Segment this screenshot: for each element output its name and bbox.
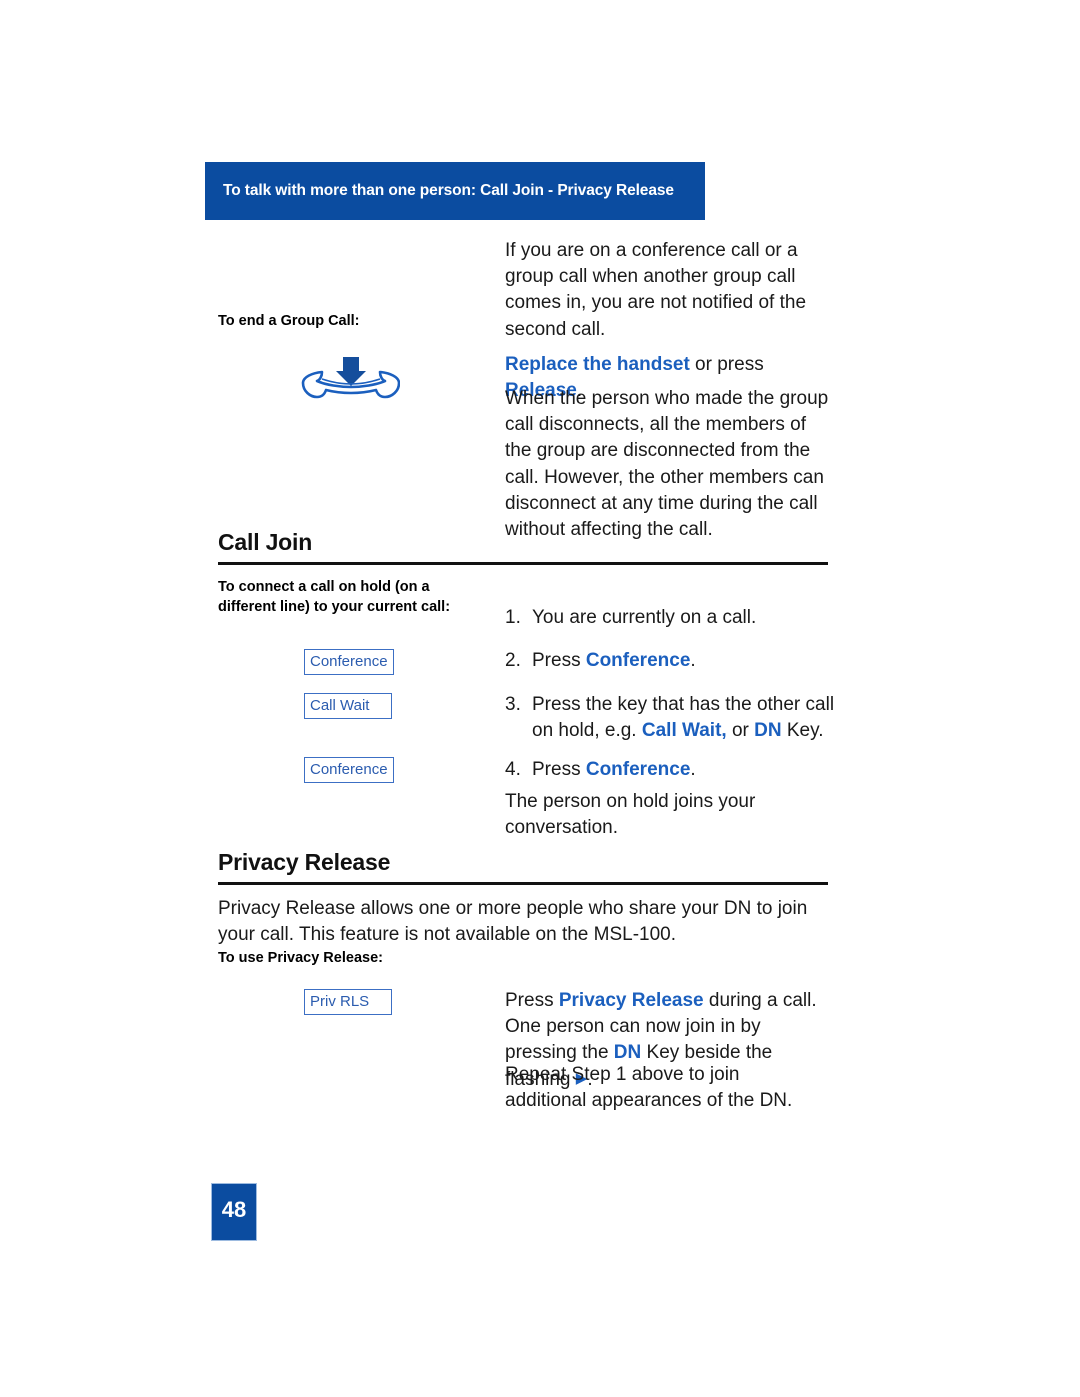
- step-3-key-dn: DN: [754, 720, 782, 742]
- intro-paragraph: If you are on a conference call or a gro…: [505, 240, 807, 340]
- step-4: 4. Press Conference.: [505, 757, 840, 783]
- pr-key-privacy-release: Privacy Release: [558, 990, 704, 1011]
- step-4-tail: .: [690, 759, 696, 780]
- pr-instruction-lead: Press: [505, 990, 559, 1011]
- key-call-wait[interactable]: Call Wait: [304, 693, 392, 719]
- group-call-disconnect-paragraph: When the person who made the group call …: [505, 388, 829, 541]
- step-4-number: 4.: [505, 759, 521, 780]
- replace-handset-emphasis: Replace the handset: [505, 354, 690, 375]
- section-call-join: Call Join: [218, 529, 828, 565]
- side-label-call-join: To connect a call on hold (on a differen…: [218, 578, 468, 617]
- step-4-text: Press Conference.: [532, 757, 840, 783]
- page-number-block: 48: [211, 1183, 257, 1241]
- step-4-key: Conference: [585, 759, 691, 780]
- pr-key-dn: DN: [613, 1042, 642, 1064]
- step-1-number: 1.: [505, 607, 521, 628]
- side-label-call-join-line2: different line) to your current call:: [218, 598, 451, 615]
- step-3-key-call-wait: Call Wait,: [641, 720, 727, 742]
- key-conference-2[interactable]: Conference: [304, 757, 394, 783]
- page-header-title: To talk with more than one person: Call …: [223, 182, 674, 199]
- step-2-lead: Press: [532, 650, 586, 671]
- section-privacy-release: Privacy Release: [218, 849, 828, 885]
- step-3-mid: or: [726, 720, 755, 742]
- document-page: To talk with more than one person: Call …: [0, 0, 1080, 1397]
- step-2: 2. Press Conference.: [505, 648, 840, 674]
- step-2-text: Press Conference.: [532, 648, 840, 674]
- step-3: 3. Press the key that has the other call…: [505, 692, 840, 744]
- step-2-key: Conference: [585, 650, 691, 671]
- handset-down-icon: [296, 355, 401, 403]
- step-3-number: 3.: [505, 694, 521, 715]
- privacy-release-rule: [218, 882, 828, 885]
- side-label-use-privacy-release: To use Privacy Release:: [218, 950, 383, 966]
- side-label-end-group-call: To end a Group Call:: [218, 313, 360, 329]
- replace-handset-mid: or press: [689, 354, 764, 375]
- call-join-heading: Call Join: [218, 529, 313, 555]
- call-join-rule: [218, 562, 828, 565]
- privacy-release-paragraph: Privacy Release allows one or more peopl…: [218, 898, 808, 946]
- step-2-number: 2.: [505, 650, 521, 671]
- page-number: 48: [221, 1196, 247, 1222]
- privacy-release-heading: Privacy Release: [218, 849, 391, 875]
- key-conference-1[interactable]: Conference: [304, 649, 394, 675]
- step-2-tail: .: [690, 650, 696, 671]
- step-1: 1. You are currently on a call.: [505, 605, 840, 631]
- side-label-call-join-line1: To connect a call on hold (on a: [218, 579, 430, 595]
- page-header-banner: To talk with more than one person: Call …: [205, 162, 705, 220]
- step-4-lead: Press: [532, 759, 586, 780]
- call-join-closing-paragraph: The person on hold joins your conversati…: [505, 791, 756, 839]
- step-3-tail: Key.: [781, 720, 824, 742]
- step-3-text: Press the key that has the other call on…: [532, 692, 840, 744]
- key-priv-rls[interactable]: Priv RLS: [304, 989, 392, 1015]
- step-1-text: You are currently on a call.: [532, 607, 757, 628]
- privacy-release-closing-paragraph: Repeat Step 1 above to join additional a…: [505, 1064, 793, 1112]
